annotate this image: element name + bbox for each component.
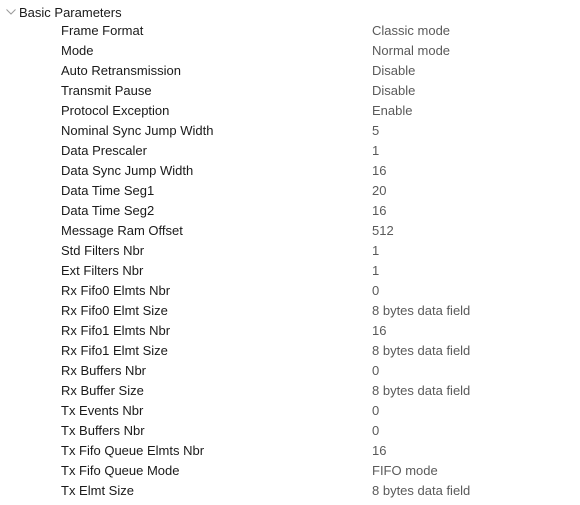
parameter-label: Tx Fifo Queue Elmts Nbr	[61, 443, 205, 458]
parameter-value[interactable]: 1	[372, 261, 379, 281]
parameter-label: Rx Buffer Size	[61, 383, 144, 398]
parameter-label: Protocol Exception	[61, 103, 170, 118]
parameter-row[interactable]: Nominal Sync Jump Width 5	[0, 121, 580, 141]
parameter-label: Frame Format	[61, 23, 144, 38]
parameter-value[interactable]: 16	[372, 161, 386, 181]
parameter-row[interactable]: Rx Buffer Size 8 bytes data field	[0, 381, 580, 401]
parameter-row[interactable]: Data Prescaler 1	[0, 141, 580, 161]
parameter-value[interactable]: 8 bytes data field	[372, 301, 470, 321]
parameter-value[interactable]: Disable	[372, 61, 415, 81]
parameter-row[interactable]: Mode Normal mode	[0, 41, 580, 61]
parameter-row[interactable]: Rx Fifo1 Elmt Size 8 bytes data field	[0, 341, 580, 361]
parameter-value[interactable]: 16	[372, 201, 386, 221]
parameter-label: Data Prescaler	[61, 143, 147, 158]
parameter-value[interactable]: 1	[372, 141, 379, 161]
parameter-row[interactable]: Rx Buffers Nbr 0	[0, 361, 580, 381]
chevron-down-icon[interactable]	[4, 2, 18, 22]
parameter-row[interactable]: Tx Fifo Queue Elmts Nbr 16	[0, 441, 580, 461]
parameter-label: Rx Fifo1 Elmt Size	[61, 343, 168, 358]
parameter-value[interactable]: 0	[372, 401, 379, 421]
parameter-row[interactable]: Tx Elmt Size 8 bytes data field	[0, 481, 580, 501]
parameter-row[interactable]: Ext Filters Nbr 1	[0, 261, 580, 281]
parameter-row[interactable]: Transmit Pause Disable	[0, 81, 580, 101]
parameter-value[interactable]: 16	[372, 441, 386, 461]
parameter-value[interactable]: 0	[372, 281, 379, 301]
parameter-label: Transmit Pause	[61, 83, 152, 98]
parameter-row[interactable]: Auto Retransmission Disable	[0, 61, 580, 81]
section-header-basic-parameters[interactable]: Basic Parameters	[0, 2, 122, 22]
parameter-value[interactable]: Classic mode	[372, 21, 450, 41]
parameter-label: Tx Events Nbr	[61, 403, 144, 418]
parameter-label: Tx Elmt Size	[61, 483, 134, 498]
parameter-row[interactable]: Tx Fifo Queue Mode FIFO mode	[0, 461, 580, 481]
parameter-label: Data Time Seg2	[61, 203, 155, 218]
parameter-label: Mode	[61, 43, 94, 58]
parameter-value[interactable]: 20	[372, 181, 386, 201]
parameter-row[interactable]: Data Time Seg2 16	[0, 201, 580, 221]
parameter-label: Ext Filters Nbr	[61, 263, 144, 278]
parameter-label: Tx Fifo Queue Mode	[61, 463, 180, 478]
parameter-row[interactable]: Std Filters Nbr 1	[0, 241, 580, 261]
parameter-value[interactable]: Enable	[372, 101, 412, 121]
parameter-label: Rx Fifo1 Elmts Nbr	[61, 323, 171, 338]
parameter-label: Rx Fifo0 Elmt Size	[61, 303, 168, 318]
parameter-value[interactable]: FIFO mode	[372, 461, 438, 481]
parameter-row[interactable]: Protocol Exception Enable	[0, 101, 580, 121]
parameter-value[interactable]: 0	[372, 421, 379, 441]
parameter-row[interactable]: Rx Fifo1 Elmts Nbr 16	[0, 321, 580, 341]
parameter-row[interactable]: Data Sync Jump Width 16	[0, 161, 580, 181]
parameter-row[interactable]: Rx Fifo0 Elmt Size 8 bytes data field	[0, 301, 580, 321]
parameter-label: Std Filters Nbr	[61, 243, 145, 258]
parameter-value[interactable]: 16	[372, 321, 386, 341]
parameter-label: Message Ram Offset	[61, 223, 183, 238]
parameter-label: Rx Fifo0 Elmts Nbr	[61, 283, 171, 298]
section-title: Basic Parameters	[19, 4, 122, 20]
parameter-label: Rx Buffers Nbr	[61, 363, 147, 378]
parameter-value[interactable]: 8 bytes data field	[372, 481, 470, 501]
parameter-row[interactable]: Frame Format Classic mode	[0, 21, 580, 41]
parameter-value[interactable]: Normal mode	[372, 41, 450, 61]
parameter-row[interactable]: Message Ram Offset 512	[0, 221, 580, 241]
parameter-row[interactable]: Tx Events Nbr 0	[0, 401, 580, 421]
parameter-label: Tx Buffers Nbr	[61, 423, 145, 438]
parameter-label: Data Sync Jump Width	[61, 163, 194, 178]
parameter-value[interactable]: 5	[372, 121, 379, 141]
parameter-value[interactable]: 8 bytes data field	[372, 341, 470, 361]
parameter-value[interactable]: 0	[372, 361, 379, 381]
parameter-value[interactable]: Disable	[372, 81, 415, 101]
parameter-label: Data Time Seg1	[61, 183, 155, 198]
parameter-value[interactable]: 8 bytes data field	[372, 381, 470, 401]
parameter-list: Frame Format Classic mode Mode Normal mode A…	[0, 21, 580, 501]
parameter-row[interactable]: Rx Fifo0 Elmts Nbr 0	[0, 281, 580, 301]
parameter-label: Auto Retransmission	[61, 63, 181, 78]
parameter-row[interactable]: Data Time Seg1 20	[0, 181, 580, 201]
parameter-label: Nominal Sync Jump Width	[61, 123, 214, 138]
parameter-row[interactable]: Tx Buffers Nbr 0	[0, 421, 580, 441]
parameter-value[interactable]: 512	[372, 221, 394, 241]
parameter-value[interactable]: 1	[372, 241, 379, 261]
